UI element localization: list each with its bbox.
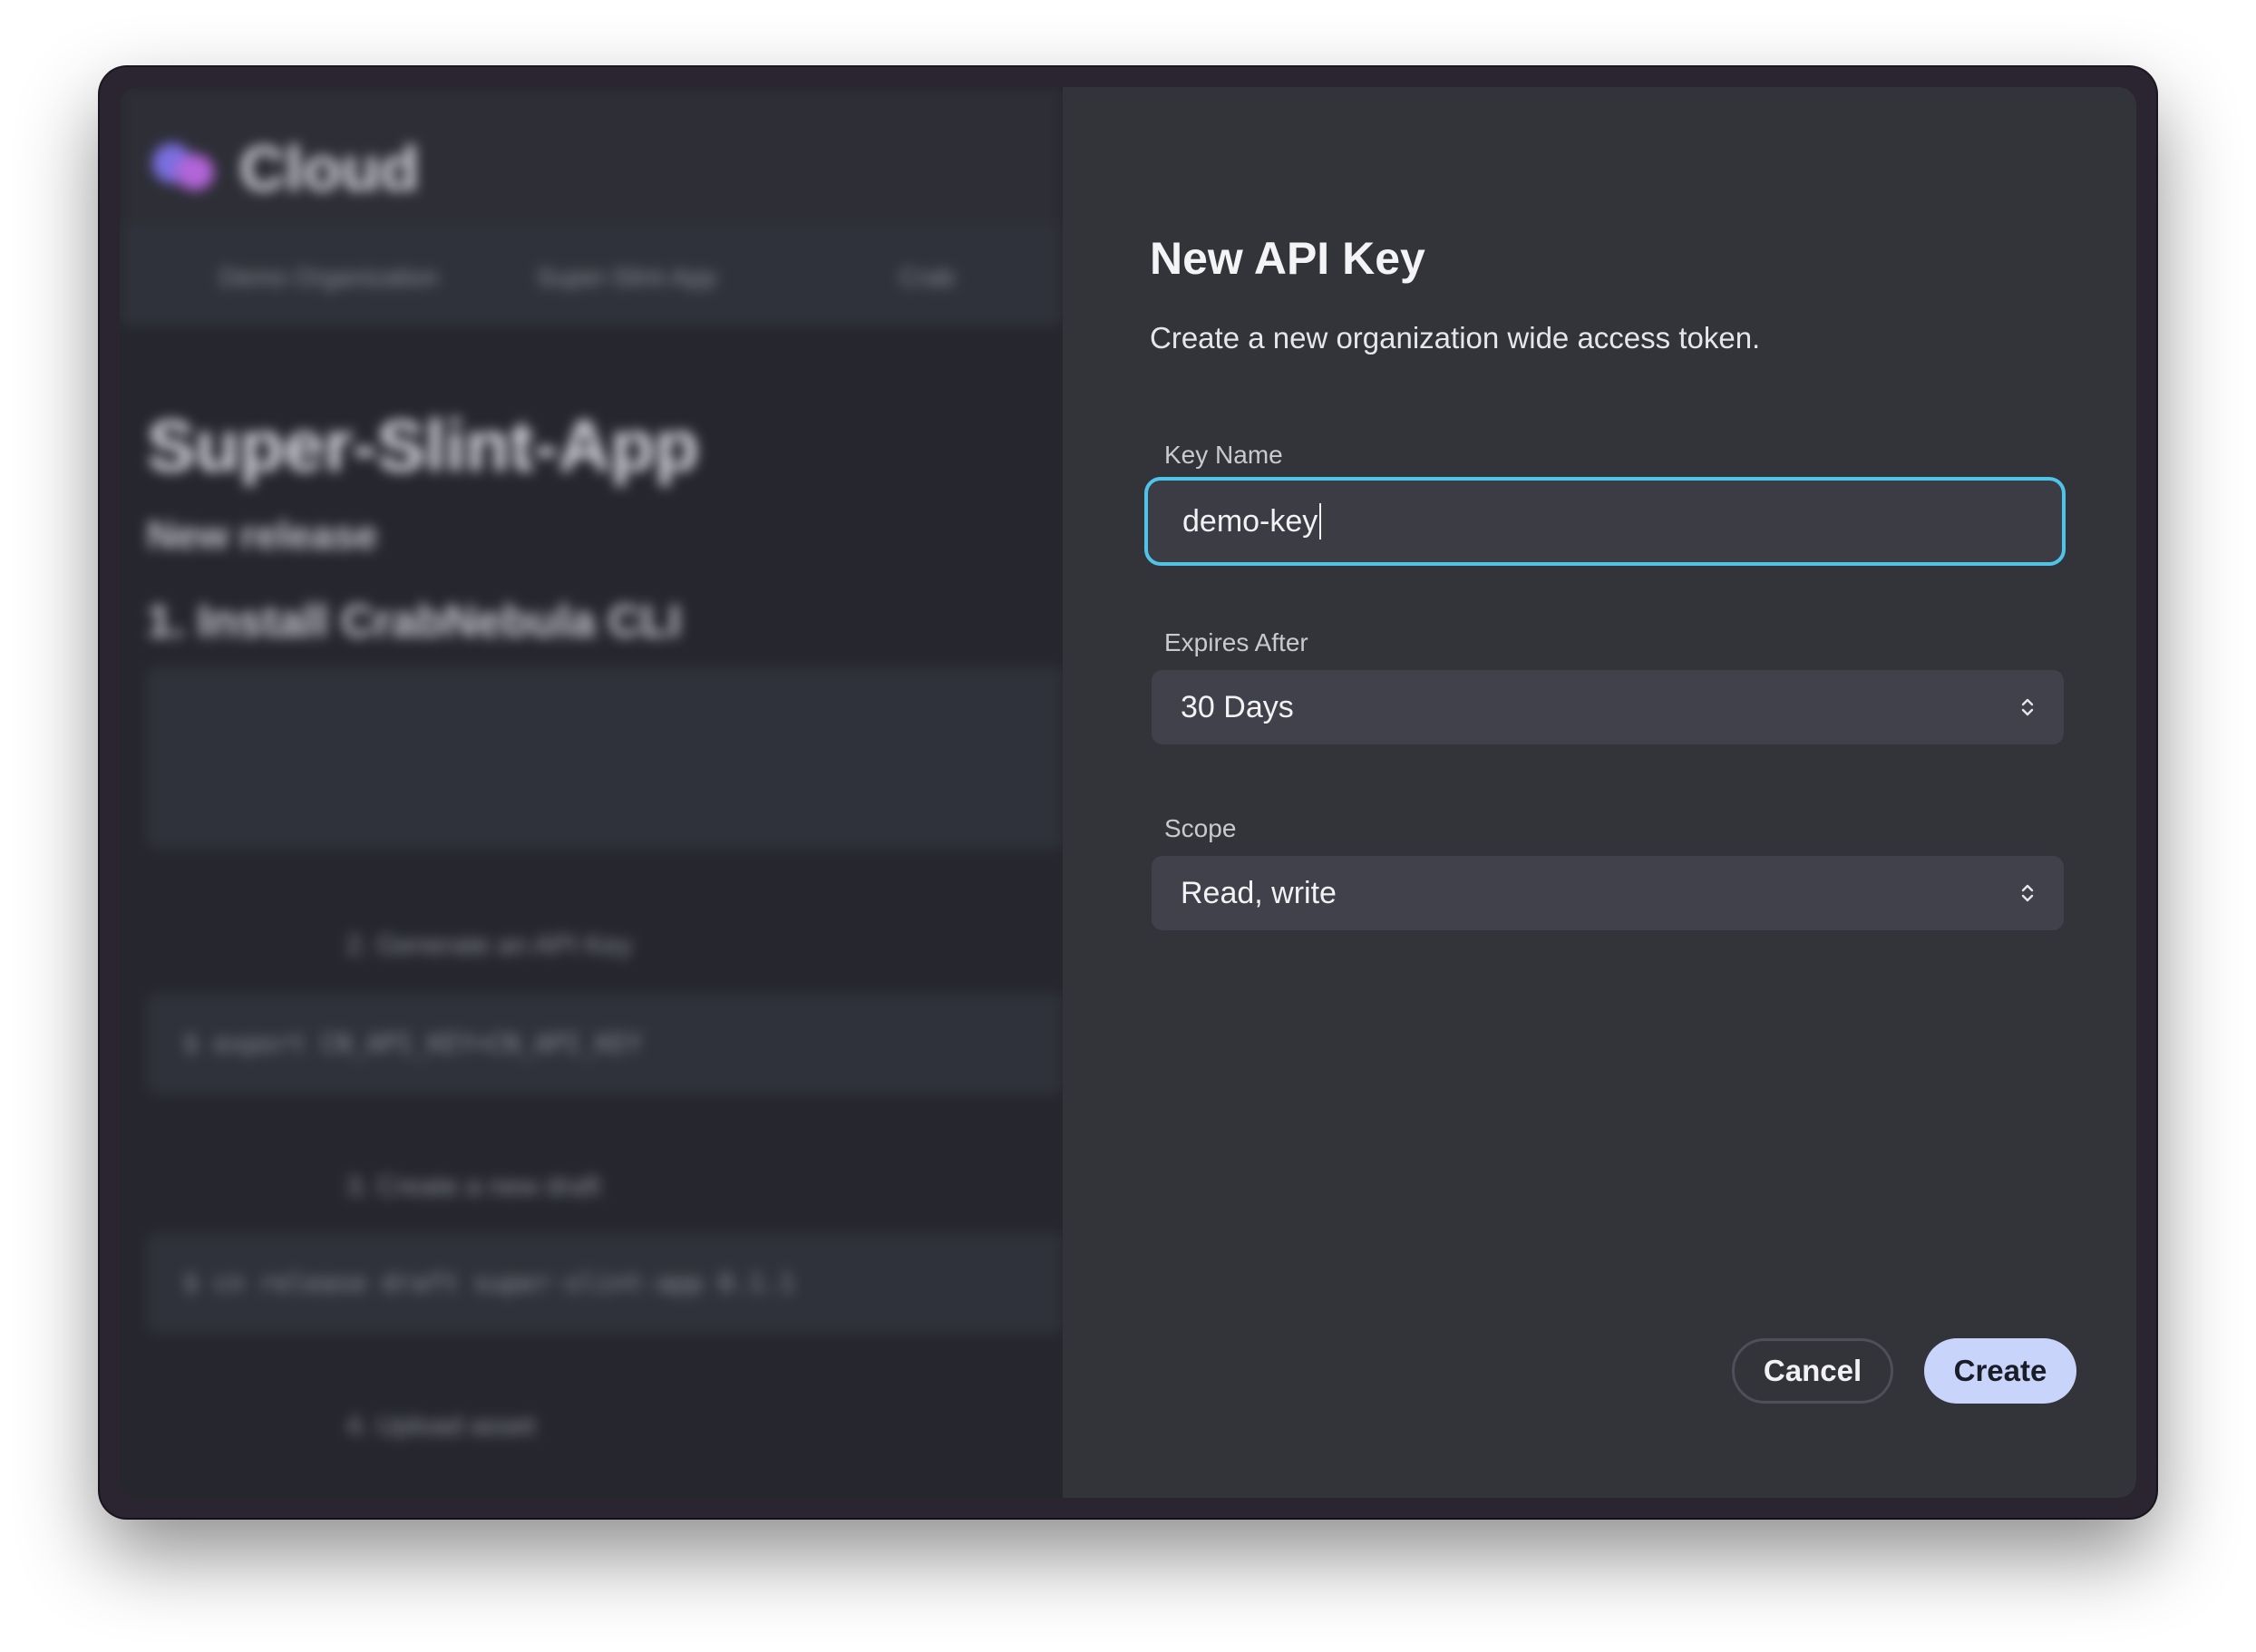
brand-name: Cloud bbox=[239, 133, 420, 204]
app-window: Cloud Demo Organization Super-Slint-App … bbox=[100, 67, 2156, 1518]
code-block: $ export CN_API_KEY=CN_API_KEY bbox=[147, 994, 1063, 1093]
breadcrumb-item[interactable]: Crab bbox=[899, 263, 955, 292]
breadcrumb-app[interactable]: Super-Slint-App bbox=[537, 263, 716, 292]
code-line: $ export CN_API_KEY=CN_API_KEY bbox=[183, 1028, 642, 1058]
app-header: Cloud bbox=[120, 87, 1063, 225]
step-heading: 2. Generate an API Key bbox=[346, 930, 633, 960]
expires-after-label: Expires After bbox=[1164, 628, 1308, 656]
breadcrumb-org[interactable]: Demo Organization bbox=[219, 263, 438, 292]
scope-select[interactable]: Read, write bbox=[1152, 856, 2064, 930]
code-line: $ cn release draft super-slint-app 0.1.1 bbox=[183, 1268, 795, 1297]
step-heading: 1. Install CrabNebula CLI bbox=[147, 596, 682, 646]
text-caret bbox=[1319, 503, 1322, 539]
chevron-up-down-icon bbox=[2021, 884, 2034, 902]
background-app: Cloud Demo Organization Super-Slint-App … bbox=[120, 87, 1063, 1498]
chevron-up-down-icon bbox=[2021, 698, 2034, 716]
dialog-title: New API Key bbox=[1150, 233, 1425, 284]
create-button[interactable]: Create bbox=[1924, 1338, 2076, 1404]
step-heading: 3. Create a new draft bbox=[346, 1171, 601, 1201]
cancel-button[interactable]: Cancel bbox=[1732, 1338, 1893, 1404]
window-content: Cloud Demo Organization Super-Slint-App … bbox=[120, 87, 2136, 1498]
expires-after-select[interactable]: 30 Days bbox=[1152, 670, 2064, 744]
breadcrumb: Demo Organization Super-Slint-App Crab bbox=[120, 225, 1063, 325]
expires-after-value: 30 Days bbox=[1181, 689, 1294, 724]
scope-label: Scope bbox=[1164, 814, 1237, 842]
cloud-logo-icon bbox=[152, 134, 221, 190]
new-api-key-sheet: New API Key Create a new organization wi… bbox=[1063, 87, 2136, 1498]
page-subtitle: New release bbox=[147, 513, 378, 558]
key-name-label: Key Name bbox=[1164, 441, 1283, 469]
page-title: Super-Slint-App bbox=[147, 405, 699, 486]
key-name-value: demo-key bbox=[1182, 503, 1318, 539]
dialog-description: Create a new organization wide access to… bbox=[1150, 321, 1761, 355]
code-block bbox=[147, 667, 1063, 849]
code-block: $ cn release draft super-slint-app 0.1.1 bbox=[147, 1233, 1063, 1333]
key-name-input[interactable]: demo-key bbox=[1144, 477, 2066, 566]
step-heading: 4. Upload asset bbox=[346, 1411, 536, 1441]
scope-value: Read, write bbox=[1181, 875, 1337, 910]
